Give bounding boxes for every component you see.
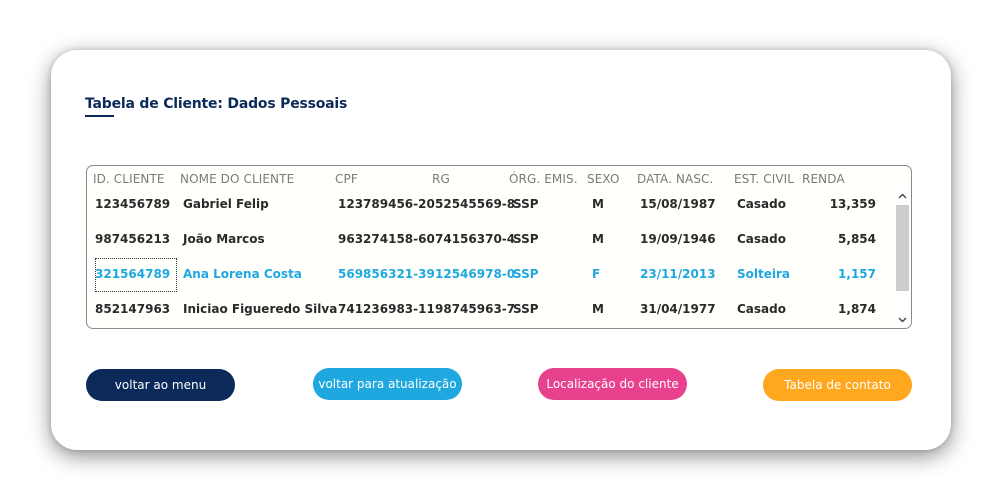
cell-civil: Casado [737,232,786,246]
vertical-scrollbar[interactable] [894,186,911,328]
header-cpf: CPF [335,172,358,186]
cell-rg: 74156370-4 [435,232,516,246]
cell-org: SSP [513,232,539,246]
cell-renda: 1,874 [838,302,876,316]
cell-civil: Solteira [737,267,791,281]
chevron-down-icon[interactable] [894,312,911,328]
cell-nome: Iniciao Figueredo Silva [183,302,338,316]
cell-sexo: M [592,232,604,246]
cell-cpf: 123789456-20 [338,197,435,211]
cell-org: SSP [513,197,539,211]
cell-nasc: 19/09/1946 [640,232,716,246]
cell-rg: 98745963-7 [435,302,516,316]
cell-nome: Gabriel Felip [183,197,269,211]
header-id: ID. CLIENTE [93,172,165,186]
contact-table-button[interactable]: Tabela de contato [763,369,912,401]
scrollbar-thumb[interactable] [896,205,909,291]
header-org: ÓRG. EMIS. [509,172,578,186]
title-underline [85,115,114,117]
cell-org: SSP [513,302,539,316]
header-nome: NOME DO CLIENTE [180,172,295,186]
header-civil: EST. CIVIL [734,172,795,186]
cell-sexo: M [592,197,604,211]
header-nasc: DATA. NASC. [637,172,714,186]
chevron-up-icon[interactable] [894,188,911,204]
back-to-menu-button[interactable]: voltar ao menu [86,369,235,401]
cell-renda: 13,359 [829,197,876,211]
cell-nome: Ana Lorena Costa [183,267,302,281]
cell-nasc: 23/11/2013 [640,267,716,281]
cell-rg: 52545569-8 [435,197,516,211]
cell-id: 321564789 [95,267,171,281]
cell-id: 123456789 [95,197,171,211]
cell-id: 987456213 [95,232,171,246]
header-renda: RENDA [802,172,845,186]
cell-cpf: 963274158-60 [338,232,435,246]
cell-sexo: M [592,302,604,316]
main-card: Tabela de Cliente: Dados Pessoais ID. CL… [51,50,951,450]
cell-id: 852147963 [95,302,171,316]
cell-nasc: 31/04/1977 [640,302,716,316]
cell-nome: João Marcos [183,232,265,246]
cell-renda: 1,157 [838,267,876,281]
cell-civil: Casado [737,302,786,316]
client-table[interactable]: ID. CLIENTE NOME DO CLIENTE CPF RG ÓRG. … [86,165,912,329]
page-title: Tabela de Cliente: Dados Pessoais [85,96,348,112]
header-rg: RG [432,172,450,186]
header-sexo: SEXO [587,172,620,186]
cell-cpf: 741236983-11 [338,302,435,316]
back-to-update-button[interactable]: voltar para atualização [313,368,462,400]
cell-sexo: F [592,267,601,281]
cell-org: SSP [513,267,539,281]
cell-cpf: 569856321-39 [338,267,435,281]
cell-nasc: 15/08/1987 [640,197,716,211]
client-location-button[interactable]: Localização do cliente [538,368,687,400]
cell-civil: Casado [737,197,786,211]
cell-renda: 5,854 [838,232,876,246]
cell-rg: 12546978-0 [435,267,516,281]
